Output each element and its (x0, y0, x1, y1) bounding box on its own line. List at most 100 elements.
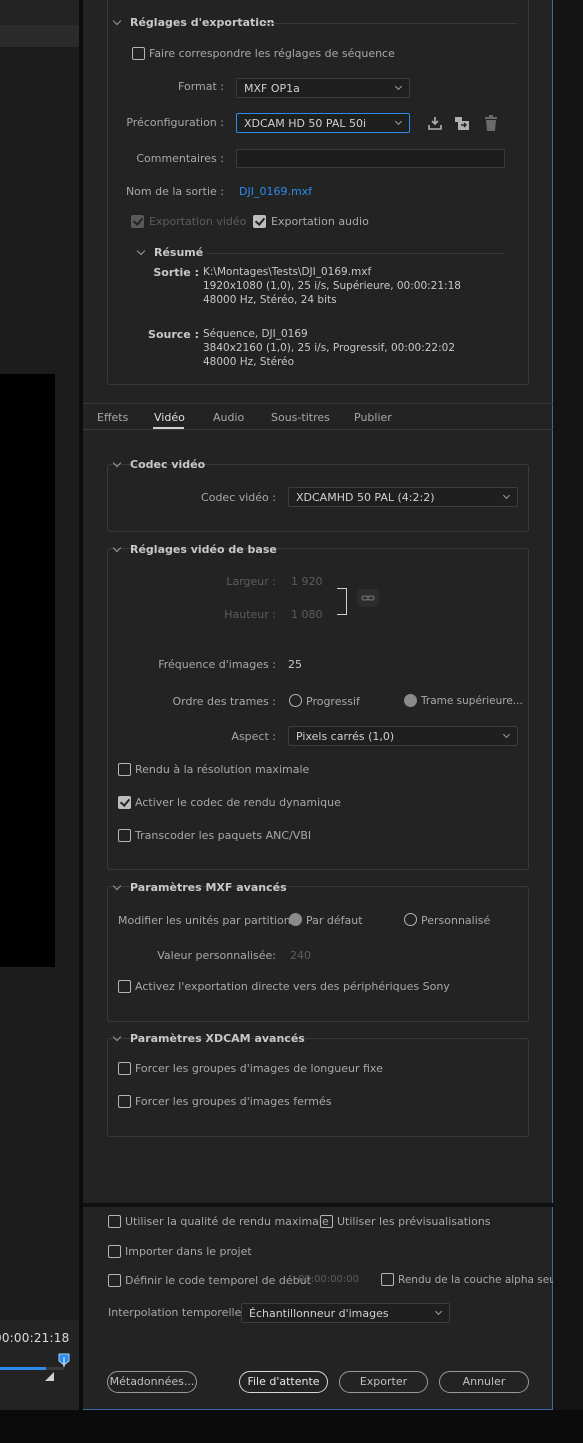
import-project-checkbox[interactable] (108, 1245, 121, 1258)
tabs-bar-top-rule (83, 403, 553, 404)
smart-render-label: Activer le codec de rendu dynamique (135, 796, 341, 809)
preview-top-strip (0, 0, 79, 25)
tab-audio[interactable]: Audio (213, 411, 244, 424)
save-preset-icon[interactable] (426, 114, 444, 132)
summary-source-line-2: 3840x2160 (1,0), 25 i/s, Progressif, 00:… (203, 342, 456, 354)
export-video-label: Exportation vidéo (149, 215, 247, 228)
basic-video-header[interactable]: Réglages vidéo de base (110, 543, 277, 556)
chevron-down-icon (502, 730, 511, 739)
right-gutter (553, 0, 583, 1410)
default-label: Par défaut (306, 914, 363, 927)
aspect-label: Aspect : (231, 730, 276, 743)
tab-effets[interactable]: Effets (97, 411, 128, 424)
default-radio[interactable] (289, 913, 302, 926)
export-button[interactable]: Exporter (339, 1371, 428, 1393)
chevron-down-icon (112, 458, 122, 468)
format-label: Format : (178, 80, 224, 93)
bottom-band (0, 1410, 583, 1443)
tab-sous-titres[interactable]: Sous-titres (271, 411, 330, 424)
aspect-value: Pixels carrés (1,0) (296, 730, 395, 743)
custom-value: 240 (290, 949, 311, 962)
previews-checkbox[interactable] (320, 1215, 333, 1228)
max-resolution-label: Rendu à la résolution maximale (135, 763, 310, 776)
format-dropdown[interactable]: MXF OP1a (236, 78, 410, 98)
output-name-label: Nom de la sortie : (125, 185, 224, 198)
start-timecode-checkbox[interactable] (108, 1274, 121, 1287)
export-settings-header[interactable]: Réglages d'exportation (110, 16, 274, 29)
summary-output-line-2: 1920x1080 (1,0), 25 i/s, Supérieure, 00:… (203, 280, 461, 292)
export-video-checkbox[interactable] (131, 215, 144, 228)
comments-input[interactable] (236, 149, 505, 168)
custom-radio[interactable] (404, 913, 417, 926)
playhead-handle[interactable] (58, 1353, 70, 1367)
upper-field-radio[interactable] (404, 694, 417, 707)
previews-label: Utiliser les prévisualisations (337, 1215, 491, 1228)
summary-source-label: Source : (148, 328, 199, 341)
summary-output-line-3: 48000 Hz, Stéréo, 24 bits (203, 294, 337, 306)
sony-export-checkbox[interactable] (118, 980, 131, 993)
import-project-label: Importer dans le projet (125, 1245, 252, 1258)
delete-preset-icon[interactable] (482, 114, 500, 132)
video-codec-title: Codec vidéo (130, 458, 206, 471)
anc-vbi-checkbox[interactable] (118, 829, 131, 842)
link-icon[interactable] (357, 589, 379, 607)
upper-field-label: Trame supérieure... (421, 695, 523, 707)
summary-header[interactable]: Résumé (134, 246, 203, 259)
fps-value: 25 (288, 658, 302, 671)
tabs-bar-bottom-rule (83, 429, 553, 430)
match-sequence-checkbox[interactable] (132, 47, 145, 60)
video-codec-dropdown[interactable]: XDCAMHD 50 PAL (4:2:2) (288, 487, 518, 507)
cancel-button[interactable]: Annuler (439, 1371, 529, 1393)
field-order-label: Ordre des trames : (172, 695, 277, 708)
progressive-radio[interactable] (289, 694, 302, 707)
export-audio-checkbox[interactable] (253, 215, 266, 228)
tab-video[interactable]: Vidéo (154, 411, 185, 424)
alpha-only-checkbox[interactable] (381, 1273, 394, 1286)
chevron-down-icon (112, 881, 122, 891)
xdcam-advanced-header[interactable]: Paramètres XDCAM avancés (110, 1032, 305, 1045)
preset-dropdown[interactable]: XDCAM HD 50 PAL 50i (236, 113, 410, 133)
export-settings-title: Réglages d'exportation (130, 16, 275, 29)
width-value: 1 920 (291, 575, 323, 588)
tab-publier[interactable]: Publier (354, 411, 392, 424)
queue-button[interactable]: File d'attente (239, 1371, 328, 1393)
mxf-advanced-header[interactable]: Paramètres MXF avancés (110, 881, 287, 894)
summary-rule (207, 253, 505, 254)
chevron-down-icon (136, 246, 146, 256)
preview-pane: 00:00:21:18 (0, 0, 79, 1410)
summary-output-label: Sortie : (153, 266, 199, 279)
format-value: MXF OP1a (244, 82, 300, 95)
preview-top-band (0, 25, 79, 47)
closed-gop-label: Forcer les groupes d'images fermés (135, 1095, 332, 1108)
video-codec-header[interactable]: Codec vidéo (110, 458, 205, 471)
summary-source-line-3: 48000 Hz, Stéréo (203, 356, 295, 368)
basic-video-title: Réglages vidéo de base (130, 543, 277, 556)
output-name-link[interactable]: DJI_0169.mxf (239, 185, 312, 198)
xdcam-advanced-title: Paramètres XDCAM avancés (130, 1032, 305, 1045)
aspect-dropdown[interactable]: Pixels carrés (1,0) (288, 726, 518, 746)
fixed-gop-checkbox[interactable] (118, 1062, 131, 1075)
chevron-down-icon (394, 117, 403, 126)
max-quality-checkbox[interactable] (108, 1215, 121, 1228)
closed-gop-checkbox[interactable] (118, 1095, 131, 1108)
export-settings-rule (262, 23, 517, 24)
anc-vbi-label: Transcoder les paquets ANC/VBI (135, 829, 312, 842)
sony-export-label: Activez l'exportation directe vers des p… (135, 980, 450, 993)
xdcam-advanced-box (107, 1038, 529, 1137)
alpha-only-label: Rendu de la couche alpha seule (398, 1274, 566, 1286)
comments-label: Commentaires : (136, 152, 224, 165)
preset-label: Préconfiguration : (126, 116, 224, 129)
max-resolution-checkbox[interactable] (118, 763, 131, 776)
start-timecode-label: Définir le code temporel de début (125, 1274, 311, 1287)
basic-video-box (107, 548, 529, 870)
chevron-down-icon (112, 543, 122, 553)
import-preset-icon[interactable] (453, 114, 471, 132)
time-interpolation-value: Échantillonneur d'images (249, 1307, 389, 1320)
metadata-button[interactable]: Métadonnées... (107, 1371, 197, 1393)
time-interpolation-dropdown[interactable]: Échantillonneur d'images (241, 1303, 450, 1323)
width-label: Largeur : (226, 575, 276, 588)
fixed-gop-label: Forcer les groupes d'images de longueur … (135, 1062, 383, 1075)
start-timecode-value[interactable]: 00:00:00:00 (298, 1274, 359, 1285)
out-point-marker[interactable] (45, 1372, 55, 1385)
smart-render-checkbox[interactable] (118, 796, 131, 809)
